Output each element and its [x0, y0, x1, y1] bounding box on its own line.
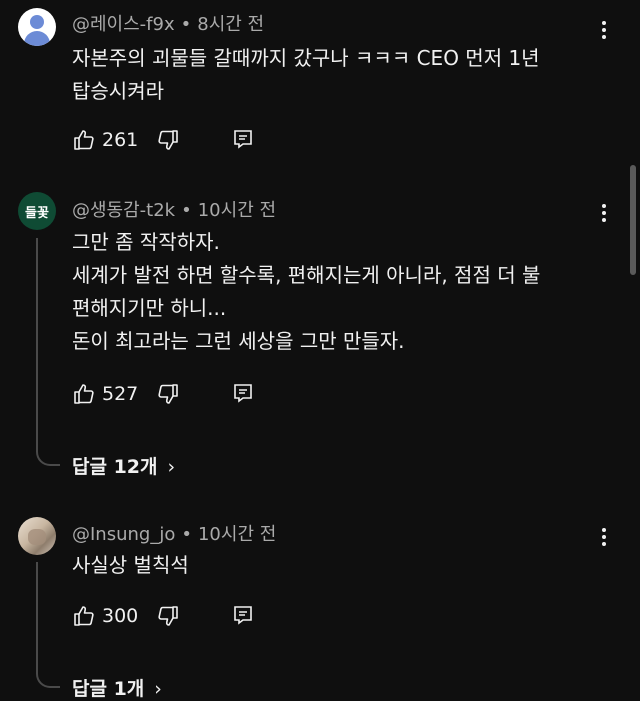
reply-icon[interactable] [232, 382, 254, 404]
comment-author[interactable]: @레이스-f9x [72, 14, 175, 35]
user-avatar[interactable] [18, 8, 56, 46]
separator-dot: • [181, 524, 192, 545]
view-replies-button[interactable]: 답글 1개 › [72, 674, 162, 701]
thumbs-down-icon[interactable] [156, 382, 180, 406]
reply-icon[interactable] [232, 604, 254, 626]
separator-dot: • [180, 14, 192, 35]
avatar-initials: 들꽃 [25, 205, 49, 221]
comment-author[interactable]: @생동감-t2k [72, 200, 175, 221]
comment-text: 그만 좀 작작하자. 세계가 발전 하면 할수록, 편해지는게 아니라, 점점 … [72, 230, 541, 353]
thumbs-up-icon[interactable] [72, 382, 96, 406]
separator-dot: • [181, 200, 192, 221]
replies-label: 답글 12개 [72, 456, 158, 478]
comment-time[interactable]: 10시간 전 [198, 200, 276, 221]
scrollbar[interactable] [630, 165, 636, 275]
comment-author[interactable]: @Insung_jo [72, 524, 175, 545]
replies-label: 답글 1개 [72, 678, 145, 700]
thumbs-down-icon[interactable] [156, 604, 180, 628]
view-replies-button[interactable]: 답글 12개 › [72, 452, 175, 479]
comment-time[interactable]: 8시간 전 [197, 14, 264, 35]
comment-header: @레이스-f9x • 8시간 전 [72, 10, 264, 36]
comment-text: 사실상 벌칙석 [72, 553, 189, 577]
photo-avatar[interactable] [18, 517, 56, 555]
more-vert-icon[interactable] [594, 199, 614, 227]
thumbs-up-icon[interactable] [72, 604, 96, 628]
comment-time[interactable]: 10시간 전 [198, 524, 276, 545]
like-count: 300 [102, 605, 139, 627]
chevron-right-icon: › [167, 456, 176, 478]
channel-avatar[interactable]: 들꽃 [18, 192, 56, 230]
thumbs-up-icon[interactable] [72, 128, 96, 152]
avatar-photo-detail [28, 529, 46, 545]
more-vert-icon[interactable] [594, 523, 614, 551]
reply-icon[interactable] [232, 128, 254, 150]
like-count: 527 [102, 383, 139, 405]
chevron-right-icon: › [154, 678, 162, 700]
thumbs-down-icon[interactable] [156, 128, 180, 152]
thread-line [36, 562, 60, 688]
comment-header: @생동감-t2k • 10시간 전 [72, 196, 276, 222]
comment-header: @Insung_jo • 10시간 전 [72, 520, 276, 546]
like-count: 261 [102, 129, 139, 151]
avatar-body-shape [24, 31, 50, 46]
more-vert-icon[interactable] [594, 16, 614, 44]
thread-line [36, 238, 60, 466]
avatar-head-shape [30, 15, 44, 29]
comment-text: 자본주의 괴물들 갈때까지 갔구나 ㅋㅋㅋ CEO 먼저 1년 탑승시켜라 [72, 46, 540, 103]
